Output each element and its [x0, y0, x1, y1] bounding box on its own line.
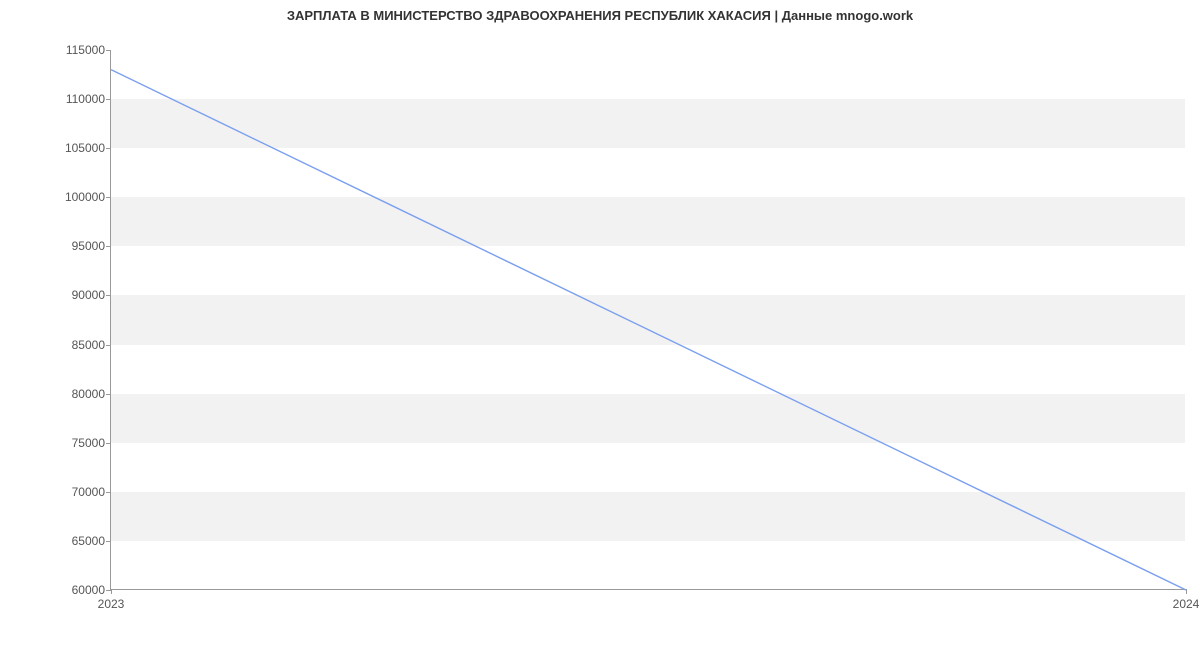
- y-axis-tick-label: 60000: [50, 583, 105, 597]
- y-axis-tick-label: 100000: [50, 190, 105, 204]
- x-axis-tick-mark: [111, 589, 112, 594]
- y-axis-tick-label: 80000: [50, 387, 105, 401]
- y-axis-tick-label: 65000: [50, 534, 105, 548]
- y-axis-tick-label: 90000: [50, 288, 105, 302]
- plot-area: 20232024: [110, 50, 1185, 590]
- y-axis-tick-label: 75000: [50, 436, 105, 450]
- y-axis-tick-label: 105000: [50, 141, 105, 155]
- chart-container: 20232024 60000 65000 70000 75000 80000 85000 9…: [50, 40, 1185, 615]
- y-axis-tick-label: 85000: [50, 338, 105, 352]
- y-axis-tick-label: 70000: [50, 485, 105, 499]
- x-axis-tick-mark: [1186, 589, 1187, 594]
- line-series: [111, 50, 1185, 589]
- y-axis-tick-label: 110000: [50, 92, 105, 106]
- y-axis-tick-label: 95000: [50, 239, 105, 253]
- y-axis-tick-label: 115000: [50, 43, 105, 57]
- x-axis-tick-label: 2024: [1173, 597, 1200, 611]
- x-axis-tick-label: 2023: [98, 597, 125, 611]
- chart-title: ЗАРПЛАТА В МИНИСТЕРСТВО ЗДРАВООХРАНЕНИЯ …: [0, 0, 1200, 23]
